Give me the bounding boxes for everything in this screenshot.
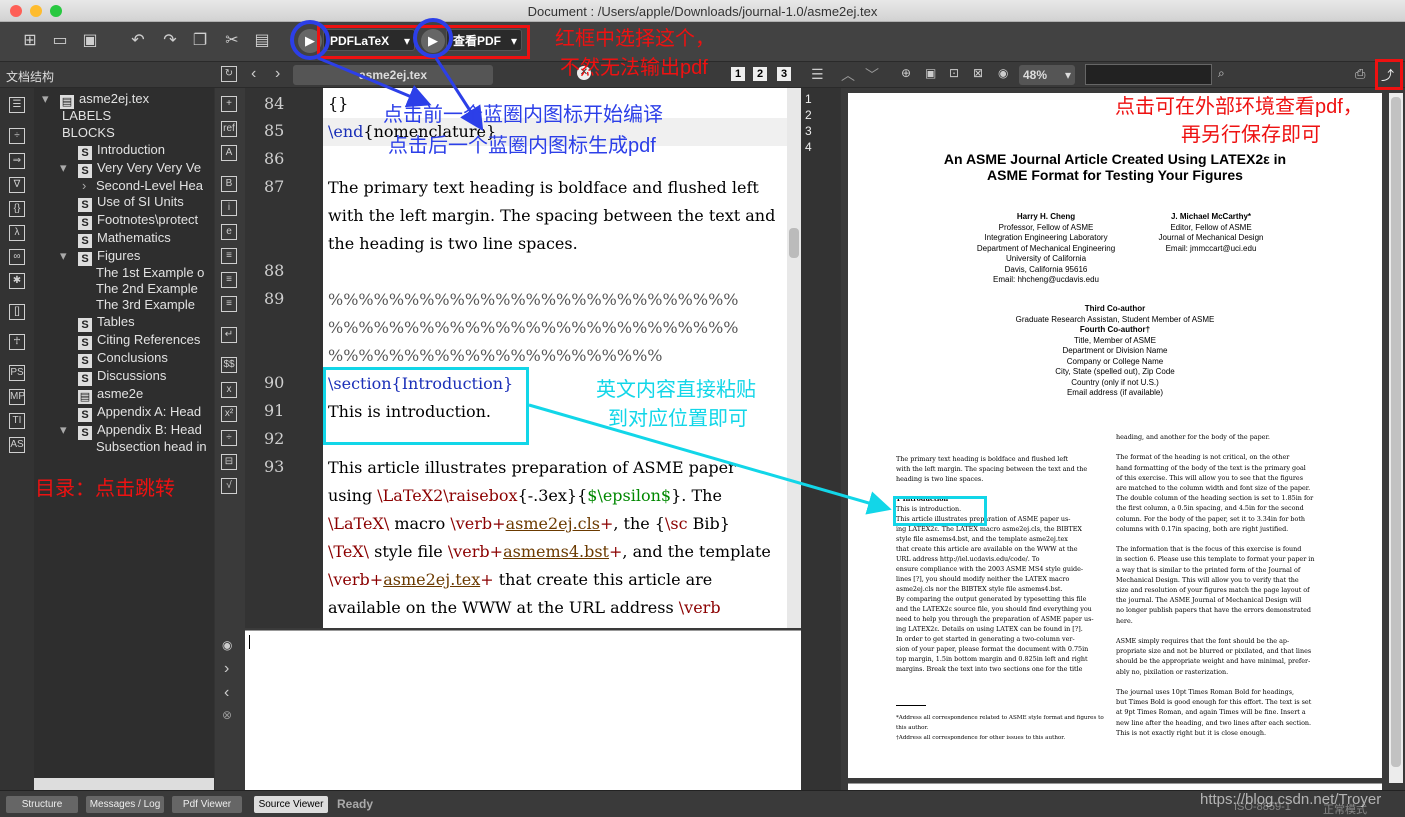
annotation-red-right1: 点击可在外部环境查看pdf， — [1115, 96, 1363, 118]
app-window: Document : /Users/apple/Downloads/journa… — [0, 0, 1405, 817]
annotation-red-top2: 不然无法输出pdf — [560, 57, 708, 79]
arrow-compile — [317, 56, 432, 108]
annotation-blue1: 点击前一个蓝圈内图标开始编译 — [383, 104, 663, 126]
annotation-red-left: 目录：点击跳转 — [35, 478, 175, 500]
annotation-red-top: 红框中选择这个， — [555, 28, 715, 50]
annotation-cyan1: 英文内容直接粘贴 — [596, 379, 756, 401]
annotation-cyan2: 到对应位置即可 — [608, 408, 748, 430]
annotation-red-right2: 再另行保存即可 — [1181, 124, 1321, 146]
annotation-blue2: 点击后一个蓝圈内图标生成pdf — [388, 135, 656, 157]
